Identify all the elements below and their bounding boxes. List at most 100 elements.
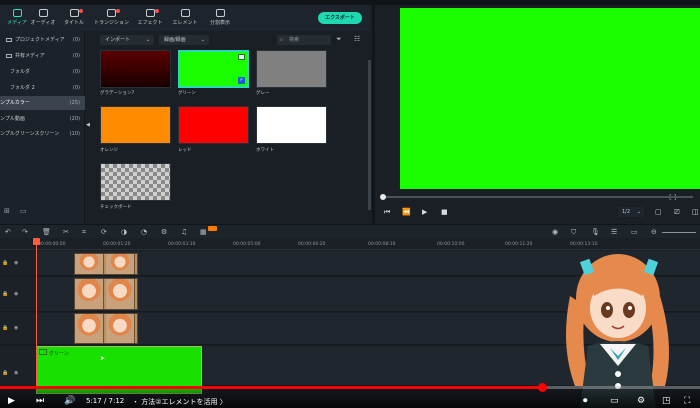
screen-icon[interactable]: ▢ — [655, 208, 662, 216]
tab-title[interactable]: タイトル — [57, 7, 91, 29]
media-item-white[interactable] — [256, 106, 327, 144]
lock-icon[interactable]: 🔒 — [2, 291, 8, 297]
zoom-out-icon[interactable]: ⊖ — [651, 228, 657, 236]
video-progress-played — [0, 386, 544, 389]
microphone-icon[interactable]: 🎙 — [591, 228, 600, 236]
redo-icon[interactable]: ↷ — [22, 228, 28, 236]
sort-dropdown[interactable]: 録画/録画 ⌄ — [159, 35, 209, 45]
media-item-label: オレンジ — [100, 148, 118, 153]
play-icon[interactable]: ▶ — [8, 396, 15, 406]
element-icon — [180, 9, 190, 17]
settings-gear-icon[interactable]: ⚙ — [637, 396, 645, 406]
track-header: 🔒 ◉ — [0, 346, 36, 385]
scrubber-knob[interactable] — [380, 194, 386, 200]
undo-icon[interactable]: ↶ — [5, 228, 11, 236]
lock-icon[interactable]: 🔒 — [2, 370, 8, 376]
media-sidebar: プロジェクトメディア (0) 共有メディア (0) フォルダ (0) フォルダ … — [0, 31, 85, 224]
previous-frame-icon[interactable]: ⏮ — [384, 208, 390, 217]
media-item-gray[interactable] — [256, 50, 327, 88]
tab-element[interactable]: エレメント — [168, 7, 202, 29]
sidebar-item-sample-color[interactable]: ンプルカラー (25) — [0, 96, 85, 110]
folder-icon[interactable]: ▭ — [20, 207, 27, 215]
autoplay-toggle-icon[interactable]: ⏺ — [583, 396, 588, 406]
split-screen-icon — [215, 9, 225, 17]
media-scrollbar[interactable] — [368, 60, 371, 210]
crop-icon[interactable]: ⌗ — [82, 228, 86, 236]
media-item-red[interactable] — [178, 106, 249, 144]
snapshot-icon[interactable]: ◫ — [692, 208, 699, 216]
media-item-label: レッド — [178, 148, 192, 153]
miniplayer-icon[interactable]: ◳ — [662, 396, 671, 406]
audio-wave-icon[interactable]: ♫ — [181, 228, 187, 236]
lock-icon[interactable]: 🔒 — [2, 260, 8, 266]
sidebar-item-sample-video[interactable]: ンプル動画 (20) — [0, 112, 85, 126]
character-clip[interactable] — [74, 313, 138, 344]
voiceover-icon[interactable]: ▭ — [631, 228, 638, 236]
marker-icon[interactable]: ⛉ — [571, 228, 576, 236]
render-icon[interactable]: ◉ — [552, 228, 558, 236]
export-button[interactable]: エクスポート — [318, 12, 362, 24]
preview-scrubber[interactable] — [383, 196, 693, 198]
subtitles-icon[interactable]: ▭ — [610, 396, 619, 406]
chapter-title[interactable]: ・ 方法②エレメントを活用 〉 — [132, 397, 227, 407]
character-clip[interactable] — [74, 278, 138, 310]
new-folder-icon[interactable]: ⊞ — [4, 207, 10, 215]
next-icon[interactable]: ⏭ — [36, 396, 44, 406]
character-clip[interactable] — [74, 253, 138, 275]
tab-split-screen[interactable]: 分割表示 — [203, 7, 237, 29]
rewind-icon[interactable]: ⏪ — [402, 208, 411, 216]
media-item-label: グリーン — [178, 91, 196, 96]
adjust-icon[interactable]: ⚙ — [161, 228, 167, 236]
delete-icon[interactable]: 🗑 — [42, 228, 51, 236]
color-icon[interactable]: ◑ — [121, 228, 127, 236]
green-screen-icon[interactable]: ▦ — [200, 228, 207, 236]
volume-icon[interactable]: 🔊 — [64, 396, 75, 406]
new-badge — [79, 9, 83, 13]
sidebar-item-shared-media[interactable]: 共有メディア (0) — [0, 49, 85, 63]
play-icon[interactable]: ▶ — [422, 208, 427, 216]
tab-effect[interactable]: エフェクト — [133, 7, 167, 29]
media-item-gradient[interactable] — [100, 50, 171, 88]
rotate-icon[interactable]: ⟳ — [101, 228, 107, 236]
media-search-input[interactable]: ⌕ 検索 — [277, 35, 331, 45]
transition-icon — [106, 9, 116, 17]
new-badge — [155, 9, 159, 13]
folder-icon — [6, 53, 12, 58]
media-item-checkerboard[interactable] — [100, 163, 171, 201]
speed-icon[interactable]: ◔ — [141, 228, 147, 236]
cut-icon[interactable]: ✂ — [63, 228, 69, 236]
stop-icon[interactable]: ■ — [441, 208, 448, 216]
sidebar-item-project-media[interactable]: プロジェクトメディア (0) — [0, 33, 85, 47]
title-icon — [69, 9, 79, 17]
tab-transition[interactable]: トランジション — [94, 7, 129, 29]
new-badge — [116, 9, 120, 13]
zoom-select[interactable]: 1/2 ⌄ — [618, 207, 644, 217]
zoom-slider[interactable] — [662, 232, 696, 233]
collapse-sidebar-icon[interactable]: ◀ — [86, 122, 90, 128]
filter-icon[interactable]: ⏷ — [336, 35, 342, 44]
media-item-label: チェックボード — [100, 205, 132, 210]
eye-icon[interactable]: ◉ — [14, 325, 18, 331]
preview-canvas — [400, 8, 700, 189]
tab-audio[interactable]: オーディオ — [26, 7, 60, 29]
media-item-green[interactable]: ✓ — [178, 50, 249, 88]
sidebar-item-sample-green-screen[interactable]: ンプルグリーンスクリーン (10) — [0, 127, 85, 141]
clip-icon — [39, 349, 47, 355]
sidebar-item-folder[interactable]: フォルダ (0) — [0, 65, 85, 79]
monitor-icon[interactable]: ⎚ — [674, 208, 680, 217]
lock-icon[interactable]: 🔒 — [2, 325, 8, 331]
media-item-orange[interactable] — [100, 106, 171, 144]
grid-view-icon[interactable]: ☷ — [354, 35, 360, 43]
clip-thumbnail — [106, 279, 135, 309]
track-header: 🔒 ◉ — [0, 313, 36, 344]
playhead[interactable] — [36, 240, 37, 390]
eye-icon[interactable]: ◉ — [14, 260, 18, 266]
sidebar-item-folder-2[interactable]: フォルダ 2 (0) — [0, 81, 85, 95]
new-badge — [208, 226, 217, 231]
fullscreen-icon[interactable]: ⛶ — [684, 396, 690, 406]
eye-icon[interactable]: ◉ — [14, 370, 18, 376]
mixer-icon[interactable]: ☰ — [611, 228, 617, 236]
import-dropdown[interactable]: インポート ⌄ — [100, 35, 154, 45]
chevron-down-icon: ⌄ — [145, 37, 150, 43]
eye-icon[interactable]: ◉ — [14, 291, 18, 297]
